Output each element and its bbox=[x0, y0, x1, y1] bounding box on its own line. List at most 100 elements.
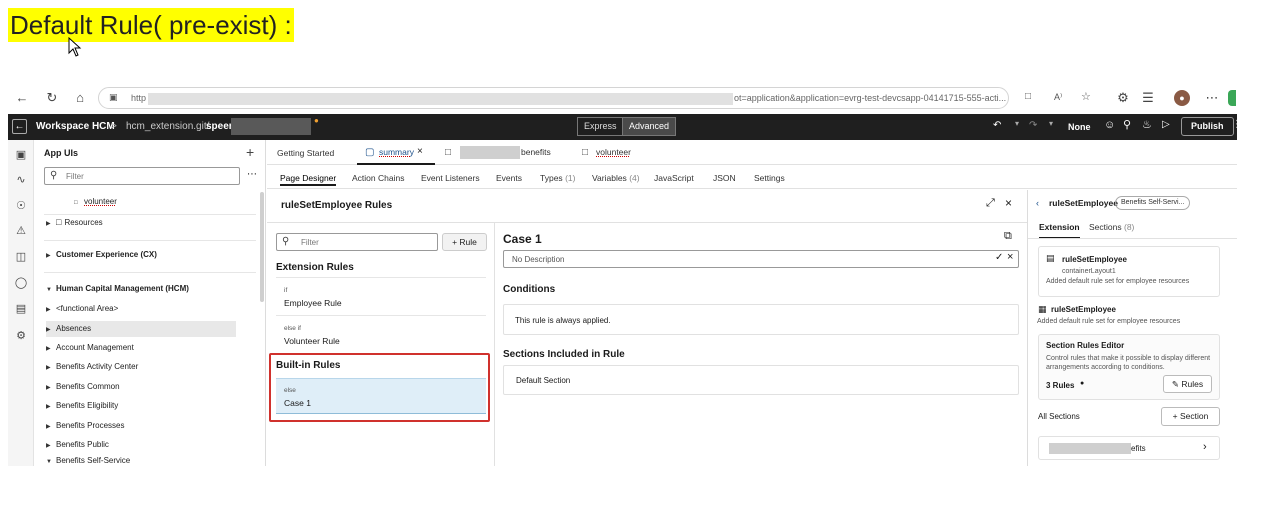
tree-item-resources[interactable]: ▶ □ Resources bbox=[46, 214, 103, 230]
tab-event-listeners[interactable]: Event Listeners bbox=[421, 170, 480, 186]
layouts-icon[interactable]: ⚠ bbox=[13, 223, 29, 239]
web-apps-icon[interactable]: ▣ bbox=[13, 147, 29, 163]
tab-json[interactable]: JSON bbox=[713, 170, 736, 186]
caret-right-icon: ▶ bbox=[46, 307, 51, 313]
scrollbar[interactable] bbox=[260, 192, 264, 302]
page-icon: □ bbox=[74, 200, 78, 206]
caret-right-icon: ▶ bbox=[46, 443, 51, 449]
run-play-icon[interactable]: ▷ bbox=[1162, 119, 1170, 130]
tab-events[interactable]: Events bbox=[496, 170, 522, 186]
add-icon[interactable]: + bbox=[246, 144, 254, 160]
repo-name[interactable]: hcm_extension.git/ bbox=[126, 121, 209, 132]
caret-right-icon: ▶ bbox=[46, 346, 51, 352]
branch-name[interactable]: speer bbox=[206, 121, 233, 132]
favorites-list-icon[interactable]: ☰ bbox=[1140, 90, 1156, 106]
rules-filter-input[interactable]: ⚲ Filter bbox=[276, 233, 438, 251]
filter-input[interactable]: ⚲ Filter bbox=[44, 167, 240, 185]
url-start: http bbox=[131, 93, 147, 103]
tab-page-designer[interactable]: Page Designer bbox=[280, 170, 337, 186]
tab-settings[interactable]: Settings bbox=[754, 170, 785, 186]
undo-dropdown-icon[interactable]: ▾ bbox=[1015, 119, 1019, 128]
notification-bell-icon[interactable]: ♨ bbox=[1142, 118, 1152, 131]
description-input[interactable]: No Description ✓ × bbox=[503, 250, 1019, 268]
read-aloud-icon[interactable]: A⁾ bbox=[1054, 92, 1062, 103]
back-chevron-icon[interactable]: ‹ bbox=[1036, 198, 1039, 208]
copy-icon[interactable]: ⧉ bbox=[1004, 230, 1012, 243]
redacted-section-name bbox=[1049, 443, 1131, 454]
advanced-mode-button[interactable]: Advanced bbox=[622, 117, 677, 136]
rule-item-case1[interactable]: else Case 1 bbox=[276, 378, 486, 414]
tree-item-selfservice[interactable]: ▼ Benefits Self-Service bbox=[46, 457, 130, 466]
rule-item-volunteer[interactable]: else if Volunteer Rule bbox=[276, 318, 486, 350]
tab-summary[interactable]: ▢ summary × bbox=[357, 142, 435, 165]
tab-variables[interactable]: Variables (4) bbox=[592, 170, 640, 186]
search-icon[interactable]: ⚲ bbox=[1123, 118, 1131, 131]
tree-item-functional[interactable]: ▶ <functional Area> bbox=[46, 301, 118, 317]
express-mode-button[interactable]: Express bbox=[577, 117, 624, 136]
document-icon[interactable]: ▤ bbox=[13, 301, 29, 317]
tab-volunteer[interactable]: □ volunteer bbox=[577, 142, 657, 164]
undo-icon[interactable]: ↶ bbox=[993, 120, 1001, 131]
more-menu-icon[interactable]: ⋯ bbox=[1204, 90, 1220, 106]
tree-item-cx[interactable]: ▶ Customer Experience (CX) bbox=[46, 247, 157, 263]
reload-icon[interactable]: ↻ bbox=[44, 90, 60, 106]
filter-placeholder: Filter bbox=[66, 172, 84, 181]
preview-target[interactable]: None bbox=[1068, 122, 1091, 132]
tree-item-processes[interactable]: ▶ Benefits Processes bbox=[46, 418, 124, 434]
favorite-star-icon[interactable]: ☆ bbox=[1081, 90, 1091, 103]
tab-javascript[interactable]: JavaScript bbox=[654, 170, 694, 186]
redo-dropdown-icon[interactable]: ▾ bbox=[1049, 119, 1053, 128]
tree-item-volunteer[interactable]: □ volunteer bbox=[74, 194, 117, 210]
section-list-item[interactable]: efits › bbox=[1038, 436, 1220, 460]
edit-rules-button[interactable]: ✎ Rules bbox=[1163, 375, 1212, 393]
close-icon[interactable]: × bbox=[1007, 251, 1013, 263]
services-icon[interactable]: ☉ bbox=[13, 198, 29, 214]
document-heading: Default Rule( pre-exist) : bbox=[8, 8, 294, 42]
caret-down-icon: ▼ bbox=[46, 459, 52, 465]
git-settings-icon[interactable]: ⚙ bbox=[13, 328, 29, 344]
extensions-icon[interactable]: ⚙ bbox=[1115, 90, 1131, 106]
expand-icon[interactable]: ⤢ bbox=[986, 197, 995, 210]
more-options-icon[interactable]: ⋯ bbox=[247, 169, 257, 180]
tab-action-chains[interactable]: Action Chains bbox=[352, 170, 404, 186]
close-icon[interactable]: × bbox=[1005, 196, 1012, 210]
mobile-apps-icon[interactable]: ∿ bbox=[13, 172, 29, 188]
profile-avatar[interactable]: ● bbox=[1174, 90, 1190, 106]
tree-item-account[interactable]: ▶ Account Management bbox=[46, 340, 134, 356]
close-icon[interactable]: × bbox=[417, 146, 423, 157]
tree-item-public[interactable]: ▶ Benefits Public bbox=[46, 437, 109, 453]
tab-types[interactable]: Types (1) bbox=[540, 170, 575, 186]
tab-icon[interactable]: □ bbox=[1025, 91, 1031, 102]
divider bbox=[44, 240, 256, 241]
redo-icon[interactable]: ↷ bbox=[1029, 120, 1037, 131]
workspace-name[interactable]: Workspace HCM bbox=[36, 121, 115, 132]
tab-getting-started[interactable]: Getting Started bbox=[277, 142, 334, 164]
rule-item-employee[interactable]: if Employee Rule bbox=[276, 280, 486, 314]
tab-sections[interactable]: Sections (8) bbox=[1089, 222, 1134, 232]
home-icon[interactable]: ⌂ bbox=[72, 90, 88, 106]
tab-benefits[interactable]: □ benefits bbox=[440, 142, 568, 164]
plus-icon: + bbox=[1172, 411, 1178, 421]
rule-set-card[interactable]: ▤ ruleSetEmployee containerLayout1 Added… bbox=[1038, 246, 1220, 297]
builtin-rules-heading: Built-in Rules bbox=[276, 360, 341, 371]
back-arrow-icon[interactable]: ← bbox=[12, 119, 27, 134]
components-icon[interactable]: ◫ bbox=[13, 249, 29, 265]
more-vertical-icon[interactable]: ⋮ bbox=[1232, 119, 1242, 130]
tree-item-eligibility[interactable]: ▶ Benefits Eligibility bbox=[46, 398, 118, 414]
tree-item-bac[interactable]: ▶ Benefits Activity Center bbox=[46, 359, 138, 375]
back-arrow-icon[interactable]: ← bbox=[14, 90, 30, 106]
tree-item-common[interactable]: ▶ Benefits Common bbox=[46, 379, 120, 395]
add-rule-button[interactable]: + Rule bbox=[442, 233, 487, 251]
section-row[interactable]: Default Section bbox=[503, 365, 1019, 395]
smiley-icon[interactable]: ☺ bbox=[1104, 119, 1115, 131]
add-section-button[interactable]: + Section bbox=[1161, 407, 1220, 426]
tree-item-hcm[interactable]: ▼ Human Capital Management (HCM) bbox=[46, 281, 189, 297]
copilot-icon[interactable] bbox=[1228, 90, 1236, 106]
page-icon: □ bbox=[445, 147, 452, 158]
tab-extension[interactable]: Extension bbox=[1039, 222, 1080, 239]
globe-icon[interactable]: ◯ bbox=[13, 275, 29, 291]
check-icon[interactable]: ✓ bbox=[995, 252, 1003, 263]
publish-button[interactable]: Publish bbox=[1181, 117, 1234, 136]
tree-item-absences[interactable]: ▶ Absences bbox=[46, 321, 236, 337]
rule-set-icon: ▤ bbox=[1046, 253, 1055, 263]
